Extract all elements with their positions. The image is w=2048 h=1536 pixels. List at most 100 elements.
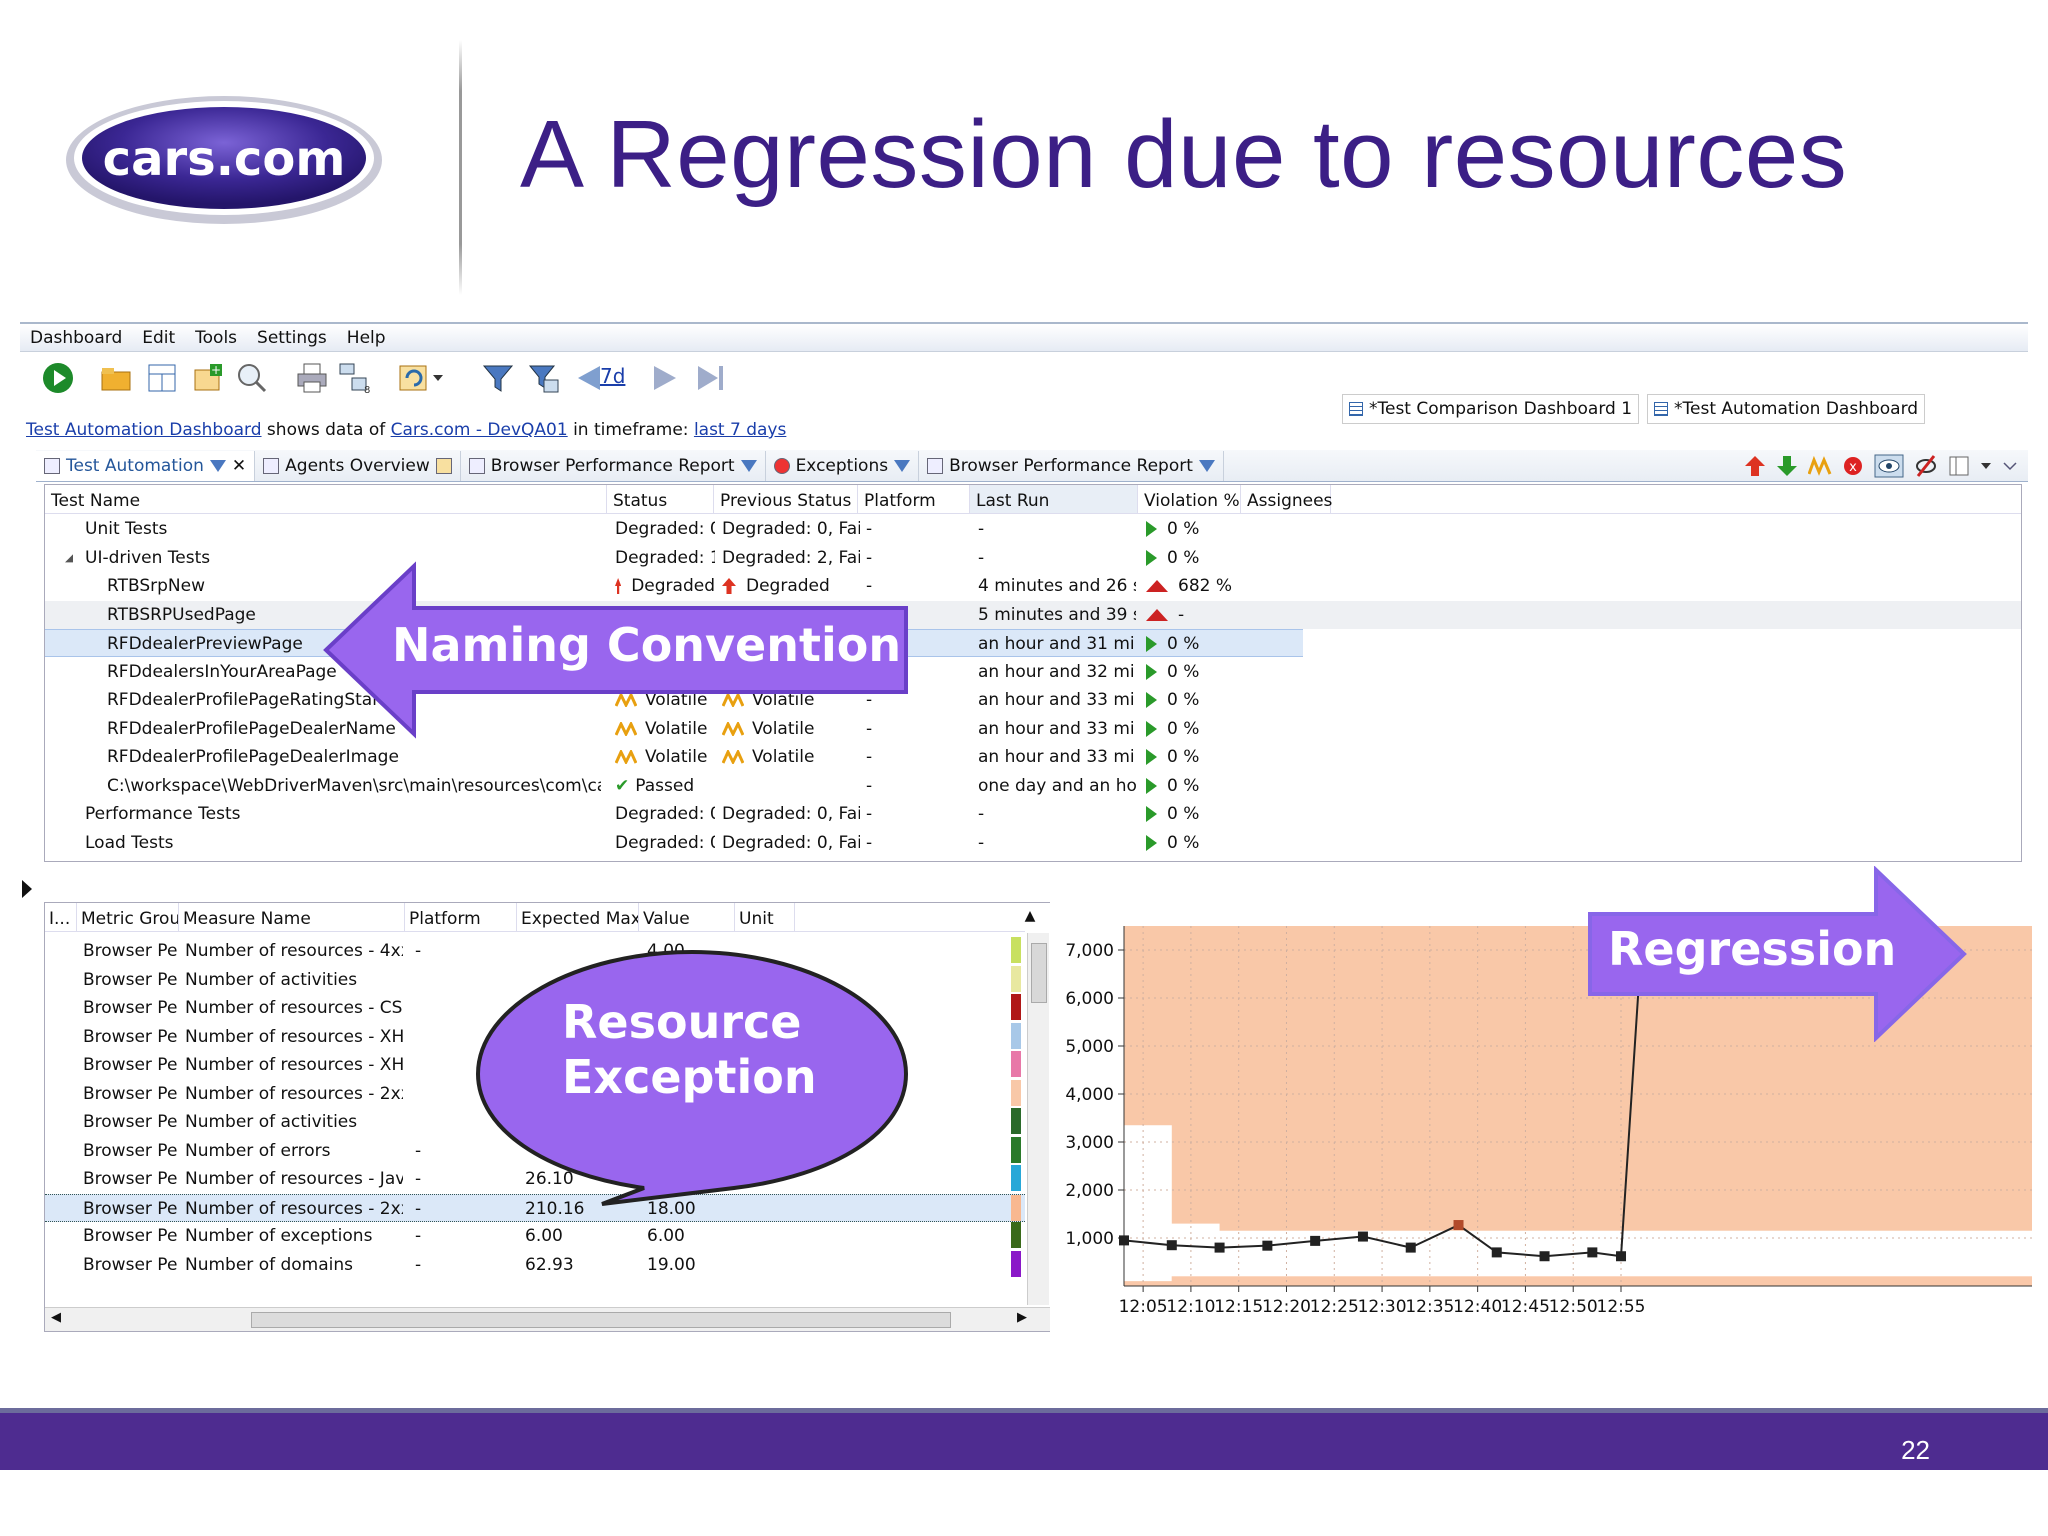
tab-test-automation-dashboard[interactable]: *Test Automation Dashboard <box>1647 394 1926 424</box>
column-header[interactable]: Previous Status <box>714 485 858 513</box>
status-text: Degraded: 0, ... <box>615 832 715 853</box>
test-name: Performance Tests <box>85 804 241 824</box>
column-header[interactable]: Value <box>639 903 735 931</box>
add-icon[interactable]: + <box>192 362 224 394</box>
search-icon[interactable] <box>236 362 268 394</box>
series-color-swatch <box>1011 1165 1021 1191</box>
scroll-left-icon[interactable]: ◀ <box>51 1310 61 1325</box>
column-header[interactable]: Test Name <box>45 485 607 513</box>
menu-edit[interactable]: Edit <box>142 328 175 348</box>
table-row[interactable]: Load Tests Degraded: 0, ... Degraded: 0, F… <box>45 829 2021 857</box>
column-header[interactable]: Expected Maxim... <box>517 903 639 931</box>
column-header[interactable]: Last Run <box>970 485 1138 513</box>
chevron-down-icon[interactable] <box>1980 460 1992 472</box>
column-header[interactable]: Platform <box>858 485 970 513</box>
improved-filter-icon[interactable] <box>1776 455 1798 477</box>
run-icon[interactable] <box>42 362 74 394</box>
filter-icon[interactable] <box>209 459 226 472</box>
menu-dashboard[interactable]: Dashboard <box>30 328 122 348</box>
table-row[interactable]: RFDdealerProfilePageDealerImage Volatile V… <box>45 743 2021 771</box>
horizontal-scrollbar[interactable]: ◀ ▶ <box>45 1307 1051 1331</box>
menu-settings[interactable]: Settings <box>257 328 327 348</box>
tab-browser-performance-report[interactable]: Browser Performance Report <box>461 450 766 481</box>
svg-text:8: 8 <box>364 385 370 394</box>
x-tick-label: 12:40 <box>1453 1297 1502 1317</box>
table-row[interactable]: C:\workspace\WebDriverMaven\src\main\res… <box>45 772 2021 800</box>
new-dashboard-icon[interactable] <box>146 362 178 394</box>
column-header[interactable]: Status <box>607 485 714 513</box>
close-icon[interactable]: ✕ <box>232 456 246 476</box>
column-header[interactable]: Assignees <box>1241 485 1332 513</box>
column-header[interactable]: I... <box>45 903 77 931</box>
data-point <box>1357 1231 1368 1242</box>
expand-toggle-icon[interactable]: ◢ <box>65 551 73 564</box>
columns-icon[interactable] <box>1948 455 1970 477</box>
filter-icon[interactable] <box>894 459 911 472</box>
menu-help[interactable]: Help <box>347 328 386 348</box>
column-header[interactable]: Platform <box>405 903 517 931</box>
column-header[interactable]: Metric Group <box>77 903 179 931</box>
expand-arrow-icon[interactable] <box>22 880 32 898</box>
status-cell: Degraded: 0, ... <box>615 804 715 824</box>
dashboard-link[interactable]: Test Automation Dashboard <box>26 420 262 440</box>
source-link[interactable]: Cars.com - DevQA01 <box>391 420 568 440</box>
title-divider <box>459 40 462 295</box>
print-icon[interactable] <box>296 362 328 394</box>
last-run-cell: - <box>978 519 985 539</box>
regression-label: Regression <box>1608 922 1897 976</box>
y-tick-label: 5,000 <box>1065 1037 1114 1057</box>
volatile-filter-icon[interactable] <box>1808 456 1832 476</box>
hide-icon[interactable] <box>1914 454 1938 478</box>
measure-name: Number of resources - CSS <box>185 998 403 1018</box>
scrollbar-thumb[interactable] <box>1031 943 1047 1003</box>
data-point <box>1310 1235 1321 1246</box>
tab-exceptions[interactable]: Exceptions <box>766 450 920 481</box>
minimize-icon[interactable] <box>2002 460 2018 472</box>
filter-icon[interactable] <box>740 459 757 472</box>
table-row[interactable]: Unit Tests Degraded: 0, ... Degraded: 0, F… <box>45 515 2021 543</box>
scroll-up-icon[interactable]: ▲ <box>1015 903 1045 931</box>
eye-icon[interactable] <box>1874 454 1904 478</box>
vertical-scrollbar[interactable] <box>1027 933 1049 1305</box>
exception-icon <box>773 457 790 474</box>
timeframe-button[interactable]: 7d <box>600 364 625 388</box>
column-header[interactable]: Unit <box>735 903 795 931</box>
tab-agents-overview[interactable]: Agents Overview <box>255 450 461 481</box>
forward-icon[interactable] <box>648 362 680 394</box>
violation-cell: 682 % <box>1146 576 1238 596</box>
tab-test-automation[interactable]: Test Automation ✕ <box>36 450 256 481</box>
refresh-icon[interactable] <box>398 362 430 394</box>
tab-browser-performance-report-2[interactable]: Browser Performance Report <box>919 450 1224 481</box>
previous-status-text: Degraded: 0, Failed:... <box>722 832 860 853</box>
tab-test-comparison-dashboard[interactable]: *Test Comparison Dashboard 1 <box>1342 394 1640 424</box>
end-icon[interactable] <box>696 362 728 394</box>
previous-status-text: Volatile <box>752 747 815 767</box>
hscroll-thumb[interactable] <box>251 1312 951 1328</box>
filter-icon[interactable] <box>1198 459 1215 472</box>
degraded-filter-icon[interactable] <box>1744 455 1766 477</box>
filter-edit-icon[interactable] <box>528 362 560 394</box>
scroll-right-icon[interactable]: ▶ <box>1017 1310 1027 1325</box>
timeframe-link[interactable]: last 7 days <box>694 420 786 440</box>
measure-name: Number of resources - 2xx <box>185 1198 403 1219</box>
last-run-cell: 5 minutes and 39 secon... <box>978 604 1136 625</box>
agents-icon[interactable]: 8 <box>338 362 370 394</box>
column-header[interactable]: Violation % <box>1138 485 1241 513</box>
violation-cell: 0 % <box>1146 776 1238 796</box>
violation-cell: 0 % <box>1146 634 1238 654</box>
metric-group: Browser Perf... <box>83 969 177 990</box>
column-header[interactable]: Measure Name <box>179 903 405 931</box>
y-tick-label: 1,000 <box>1065 1229 1114 1249</box>
open-folder-icon[interactable] <box>100 362 132 394</box>
report-icon <box>468 457 485 474</box>
measure-row[interactable]: Browser Perf... Number of exceptions - 6.00… <box>45 1222 1025 1250</box>
menu-tools[interactable]: Tools <box>195 328 237 348</box>
chevron-down-icon[interactable] <box>432 372 444 384</box>
measure-row[interactable]: Browser Perf... Number of domains - 62.93 19… <box>45 1250 1025 1279</box>
filter-icon[interactable] <box>482 362 514 394</box>
data-point <box>1587 1247 1598 1258</box>
table-row[interactable]: Performance Tests Degraded: 0, ... Degrade… <box>45 800 2021 828</box>
failed-filter-icon[interactable]: x <box>1842 455 1864 477</box>
status-text: Degraded: 0, ... <box>615 804 715 824</box>
platform-cell: - <box>866 519 873 539</box>
